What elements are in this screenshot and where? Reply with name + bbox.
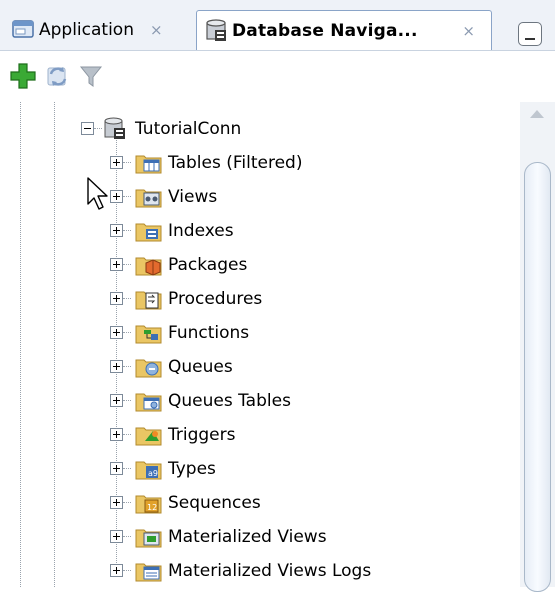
tree-node-label: Procedures — [168, 289, 263, 309]
queues-folder-icon — [135, 359, 162, 378]
expand-toggle[interactable] — [110, 360, 123, 373]
tree-node-queues[interactable]: Queues — [0, 350, 233, 384]
tree-node-procedures[interactable]: Procedures — [0, 282, 262, 316]
filter-funnel-icon[interactable] — [76, 61, 106, 91]
types-folder-icon: a9 — [135, 461, 162, 480]
svg-text:12: 12 — [147, 503, 157, 512]
database-tree: TutorialConn Tables (Filtered) Views Index… — [0, 102, 520, 587]
expand-toggle[interactable] — [110, 258, 123, 271]
tree-node-label: Queues Tables — [168, 391, 291, 411]
tree-node-triggers[interactable]: Triggers — [0, 418, 236, 452]
triggers-folder-icon — [135, 427, 162, 446]
tree-node-label: Sequences — [168, 493, 261, 513]
materialized-views-logs-folder-icon — [135, 563, 162, 582]
tree-node-label: Views — [168, 187, 218, 207]
materialized-views-folder-icon — [135, 529, 162, 548]
refresh-icon[interactable] — [43, 61, 73, 91]
expand-toggle[interactable] — [110, 326, 123, 339]
tables-folder-icon — [135, 155, 162, 174]
procedures-folder-icon — [135, 291, 162, 310]
scroll-up-arrow-icon[interactable] — [530, 110, 544, 118]
svg-text:a9: a9 — [148, 469, 158, 478]
expand-toggle[interactable] — [110, 496, 123, 509]
expand-toggle[interactable] — [110, 564, 123, 577]
tab-database-navigator[interactable]: Database Naviga... × — [196, 10, 492, 50]
mouse-cursor-icon — [87, 177, 108, 210]
navigator-toolbar — [0, 50, 555, 103]
queues-tables-folder-icon — [135, 393, 162, 412]
tree-node-label: Materialized Views — [168, 527, 327, 547]
expand-toggle[interactable] — [110, 530, 123, 543]
tree-node-label: Triggers — [168, 425, 236, 445]
tree-node-types[interactable]: a9 Types — [0, 452, 216, 486]
minimize-button[interactable] — [518, 22, 542, 46]
expand-toggle[interactable] — [110, 292, 123, 305]
tree-node-label: Types — [168, 459, 216, 479]
tree-node-label: Packages — [168, 255, 248, 275]
tree-node-materialized-views-logs[interactable]: Materialized Views Logs — [0, 554, 371, 588]
scroll-thumb[interactable] — [524, 162, 551, 592]
green-plus-icon[interactable] — [8, 61, 38, 91]
database-connection-icon — [104, 117, 125, 139]
tree-node-packages[interactable]: Packages — [0, 248, 247, 282]
vertical-scrollbar[interactable] — [520, 102, 555, 592]
tree-node-label: Materialized Views Logs — [168, 561, 372, 581]
tree-node-label: Functions — [168, 323, 250, 343]
expand-toggle[interactable] — [110, 428, 123, 441]
tree-node-label: Indexes — [168, 221, 234, 241]
close-icon[interactable]: × — [150, 21, 163, 39]
tree-node-label: Queues — [168, 357, 233, 377]
tree-node-indexes[interactable]: Indexes — [0, 214, 234, 248]
tree-node-materialized-views[interactable]: Materialized Views — [0, 520, 327, 554]
tree-node-tutorialconn[interactable]: TutorialConn — [0, 112, 241, 146]
views-folder-icon — [135, 189, 162, 208]
editor-tab-strip: Application × Database Naviga... × — [0, 0, 555, 50]
tab-application[interactable]: Application × — [4, 10, 194, 50]
tree-node-queues-tables[interactable]: Queues Tables — [0, 384, 291, 418]
tree-node-functions[interactable]: Functions — [0, 316, 249, 350]
tree-node-sequences[interactable]: 12 Sequences — [0, 486, 261, 520]
packages-folder-icon — [135, 257, 162, 276]
collapse-toggle[interactable] — [81, 122, 94, 135]
database-navigator-icon — [206, 18, 226, 41]
close-icon[interactable]: × — [462, 22, 475, 40]
expand-toggle[interactable] — [110, 224, 123, 237]
tree-node-label: Tables (Filtered) — [168, 153, 303, 173]
expand-toggle[interactable] — [110, 462, 123, 475]
expand-toggle[interactable] — [110, 156, 123, 169]
tab-application-label: Application — [39, 20, 134, 40]
tab-database-navigator-label: Database Naviga... — [232, 20, 418, 41]
functions-folder-icon — [135, 325, 162, 344]
tree-node-tables-filtered[interactable]: Tables (Filtered) — [0, 146, 302, 180]
tree-node-label: TutorialConn — [135, 119, 242, 139]
sequences-folder-icon: 12 — [135, 495, 162, 514]
expand-toggle[interactable] — [110, 394, 123, 407]
indexes-folder-icon — [135, 223, 162, 242]
application-icon — [12, 20, 34, 38]
